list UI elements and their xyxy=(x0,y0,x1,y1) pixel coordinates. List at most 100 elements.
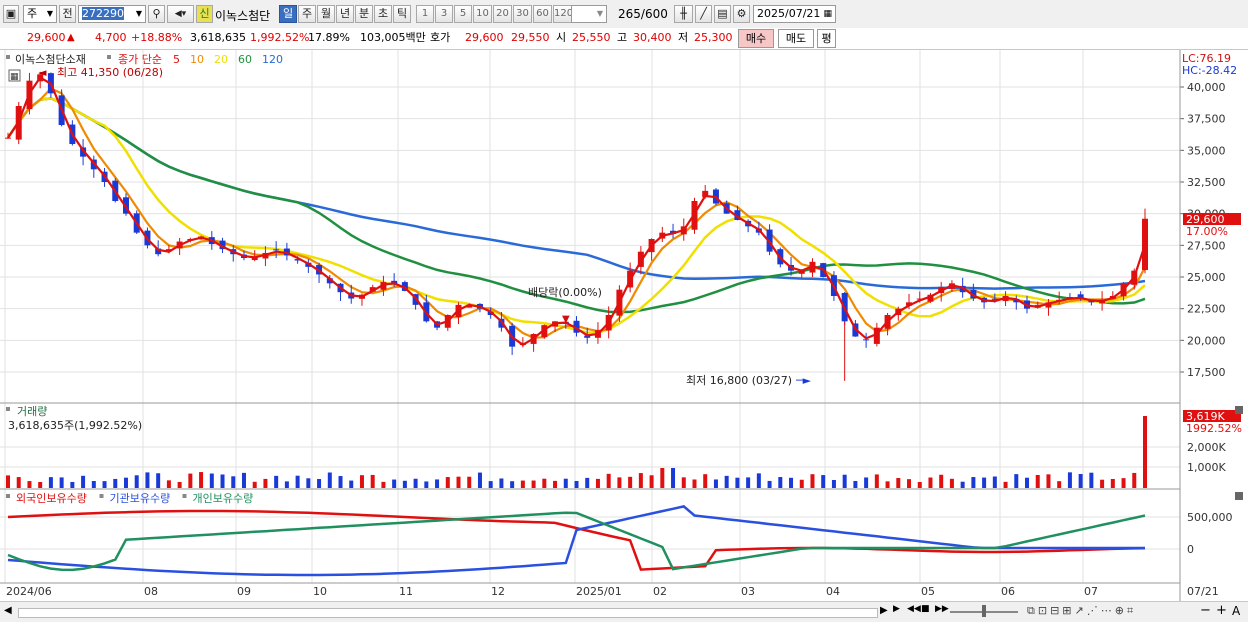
volume-bar xyxy=(241,472,246,488)
current-price: 29,600 xyxy=(27,31,66,44)
bottom-bar: ◀ ▶ ▶ ◀◀ ■ ▶▶ ⧉⊡⊟⊞↗⋰⋯⊕⌗ − + A xyxy=(0,601,1248,622)
chart-area[interactable]: 40,00037,50035,00032,50030,00027,50025,0… xyxy=(0,50,1248,601)
volume-bar xyxy=(563,478,568,488)
zoom-slider-thumb[interactable] xyxy=(982,605,986,617)
market-select[interactable]: 주 ▼ xyxy=(23,5,57,23)
auto-button[interactable]: A xyxy=(1232,604,1240,618)
volume-pct: 1,992.52% xyxy=(250,31,310,44)
volume-bar xyxy=(359,475,364,488)
minute-step-tab[interactable]: 20 xyxy=(493,5,512,23)
volume-bar xyxy=(166,480,171,488)
volume-bar xyxy=(735,477,740,488)
volume-bar xyxy=(402,480,407,488)
x-tick-label: 12 xyxy=(491,585,505,598)
volume-bar xyxy=(381,481,386,488)
stock-chart[interactable]: 40,00037,50035,00032,50030,00027,50025,0… xyxy=(0,50,1248,601)
count-display[interactable]: 265/600 xyxy=(618,7,668,21)
minute-step-tab[interactable]: 3 xyxy=(435,5,453,23)
period-tab[interactable]: 분 xyxy=(355,5,373,23)
tool-icons[interactable]: ⧉⊡⊟⊞↗⋰⋯⊕⌗ xyxy=(1027,604,1136,618)
volume-bar xyxy=(349,480,354,488)
play-icon[interactable]: ▶ xyxy=(893,604,900,614)
y-tick-label: 22,500 xyxy=(1187,303,1226,316)
period-tab[interactable]: 일 xyxy=(279,5,297,23)
amount: 103,005백만 xyxy=(360,31,426,44)
dividend-note: 배당락(0.00%) xyxy=(528,286,602,299)
period-tab[interactable]: 월 xyxy=(317,5,335,23)
volume-bar xyxy=(520,480,525,488)
stop-icon[interactable]: ■ xyxy=(921,604,930,614)
volume-bar xyxy=(392,479,397,488)
x-tick-label: 08 xyxy=(144,585,158,598)
panel-close-icon[interactable] xyxy=(1235,406,1243,414)
legend-marker xyxy=(6,494,10,498)
date-value: 2025/07/21 xyxy=(757,7,821,20)
horizontal-scrollbar[interactable] xyxy=(18,608,878,618)
minute-step-tab[interactable]: 10 xyxy=(473,5,492,23)
gear-icon[interactable]: ⚙ xyxy=(733,5,750,23)
volume-bar xyxy=(70,481,75,488)
period-tab[interactable]: 틱 xyxy=(393,5,411,23)
volume-bar xyxy=(585,477,590,488)
code-input[interactable]: 272290 ▼ xyxy=(78,5,146,23)
panel-close-icon[interactable] xyxy=(1235,492,1243,500)
volume-bar xyxy=(48,477,53,488)
fast-forward-icon[interactable]: ▶▶ xyxy=(935,604,949,614)
rewind-icon[interactable]: ◀◀ xyxy=(907,604,921,614)
open-label: 시 xyxy=(556,31,567,44)
x-axis-right-label: 07/21 xyxy=(1187,585,1219,598)
zoom-out-button[interactable]: − xyxy=(1200,603,1211,618)
scroll-left-icon[interactable]: ◀ xyxy=(4,605,12,616)
volume-bar xyxy=(424,481,429,488)
volume-bar xyxy=(896,478,901,488)
minute-step-tab[interactable]: 5 xyxy=(454,5,472,23)
save-icon[interactable]: ▤ xyxy=(714,5,731,23)
volume-bar xyxy=(799,479,804,488)
volume-bar xyxy=(1100,479,1105,488)
chevron-down-icon[interactable]: ▼ xyxy=(136,6,142,22)
ma-legend-item: 120 xyxy=(262,53,283,66)
volume-bar xyxy=(1057,481,1062,488)
step-select[interactable]: ▼ xyxy=(571,5,607,23)
eval-button[interactable]: 평 xyxy=(817,29,836,48)
sound-icon[interactable]: ◀▾ xyxy=(167,5,194,23)
date-input[interactable]: 2025/07/21 ▦ xyxy=(753,5,836,23)
price-change-pct: +18.88% xyxy=(131,31,183,44)
x-tick-label: 07 xyxy=(1084,585,1098,598)
calendar-icon[interactable]: ▦ xyxy=(823,6,832,22)
volume-bar xyxy=(467,476,472,488)
period-tab[interactable]: 년 xyxy=(336,5,354,23)
legend-marker xyxy=(99,494,104,498)
window-icon[interactable]: ▣ xyxy=(3,5,19,23)
volume-bar xyxy=(864,477,869,488)
scope-button[interactable]: 전 xyxy=(59,5,76,23)
x-tick-label: 05 xyxy=(921,585,935,598)
volume-bar xyxy=(456,476,461,488)
sell-button[interactable]: 매도 xyxy=(778,29,814,48)
holder-tick-label: 500,000 xyxy=(1187,511,1233,524)
ma-legend-item: 20 xyxy=(214,53,228,66)
x-tick-label: 03 xyxy=(741,585,755,598)
ma-legend: 5 10 20 60 120 xyxy=(173,53,283,66)
volume-bar xyxy=(617,477,622,488)
period-tab[interactable]: 초 xyxy=(374,5,392,23)
candle-type-icon[interactable]: ╫ xyxy=(674,5,693,23)
zoom-in-button[interactable]: + xyxy=(1216,603,1227,618)
volume-bar xyxy=(960,481,965,488)
quote-bar: 29,600 ▲ 4,700 +18.88% 3,618,635 1,992.5… xyxy=(0,28,1248,50)
legend-marker xyxy=(107,55,111,59)
search-icon[interactable]: ⚲ xyxy=(148,5,165,23)
minute-step-tab[interactable]: 30 xyxy=(513,5,532,23)
volume-bar xyxy=(177,481,182,488)
draw-line-icon[interactable]: ╱ xyxy=(695,5,712,23)
candle-body xyxy=(5,137,11,139)
buy-button[interactable]: 매수 xyxy=(738,29,774,48)
minute-step-tab[interactable]: 60 xyxy=(533,5,552,23)
hc-label: HC:-28.42 xyxy=(1182,64,1237,77)
y-tick-label: 25,000 xyxy=(1187,271,1226,284)
period-tab[interactable]: 주 xyxy=(298,5,316,23)
scroll-right-icon[interactable]: ▶ xyxy=(880,605,888,616)
volume-bar xyxy=(1089,472,1094,488)
minute-step-tab[interactable]: 1 xyxy=(416,5,434,23)
volume-bar xyxy=(6,475,10,488)
